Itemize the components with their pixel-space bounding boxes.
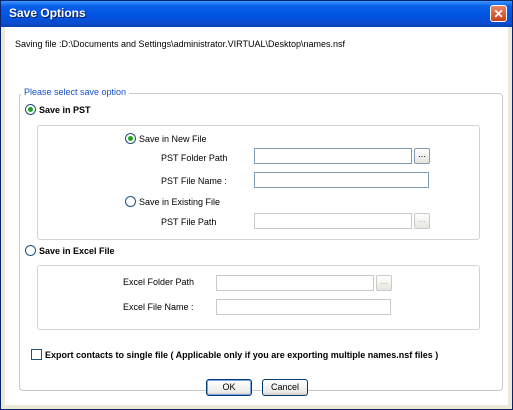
- cancel-button[interactable]: Cancel: [262, 379, 308, 396]
- radio-selected-icon: [25, 104, 36, 115]
- export-single-file-label: Export contacts to single file ( Applica…: [45, 349, 439, 360]
- save-in-excel-radio[interactable]: Save in Excel File: [25, 245, 115, 256]
- save-in-existing-file-label: Save in Existing File: [139, 196, 221, 207]
- excel-folder-path-label: Excel Folder Path: [123, 277, 195, 287]
- pst-file-name-input[interactable]: [254, 172, 429, 188]
- close-icon: ✕: [493, 7, 504, 21]
- save-options-dialog: Save Options ✕ Saving file :D:\Documents…: [0, 0, 513, 410]
- excel-folder-path-input[interactable]: [216, 275, 374, 291]
- pst-folder-path-input[interactable]: [254, 148, 412, 164]
- save-in-pst-radio[interactable]: Save in PST: [25, 104, 91, 115]
- save-option-legend: Please select save option: [21, 87, 130, 97]
- window-title: Save Options: [9, 6, 86, 20]
- title-bar[interactable]: Save Options ✕: [1, 1, 512, 27]
- save-in-existing-file-radio[interactable]: Save in Existing File: [125, 196, 220, 207]
- pst-folder-path-label: PST Folder Path: [161, 153, 228, 163]
- excel-file-name-input[interactable]: [216, 299, 391, 315]
- save-in-new-file-radio[interactable]: Save in New File: [125, 133, 207, 144]
- checkbox-unchecked-icon: [31, 349, 42, 360]
- save-in-pst-label: Save in PST: [39, 104, 91, 115]
- ok-button[interactable]: OK: [206, 379, 252, 396]
- radio-selected-icon: [125, 133, 136, 144]
- radio-unselected-icon: [25, 245, 36, 256]
- pst-file-path-input[interactable]: [254, 213, 412, 229]
- dialog-body: Saving file :D:\Documents and Settings\a…: [5, 27, 508, 405]
- close-button[interactable]: ✕: [490, 5, 507, 22]
- excel-file-name-label: Excel File Name :: [123, 302, 194, 312]
- save-in-new-file-label: Save in New File: [139, 133, 207, 144]
- pst-file-path-label: PST File Path: [161, 217, 217, 227]
- pst-folder-browse-button[interactable]: ...: [414, 148, 430, 164]
- export-single-file-checkbox[interactable]: Export contacts to single file ( Applica…: [31, 349, 438, 360]
- radio-unselected-icon: [125, 196, 136, 207]
- excel-folder-browse-button[interactable]: ...: [376, 275, 392, 291]
- save-in-excel-label: Save in Excel File: [39, 245, 115, 256]
- pst-file-path-browse-button[interactable]: ...: [414, 213, 430, 229]
- pst-file-name-label: PST File Name :: [161, 176, 227, 186]
- saving-file-path: Saving file :D:\Documents and Settings\a…: [15, 39, 345, 49]
